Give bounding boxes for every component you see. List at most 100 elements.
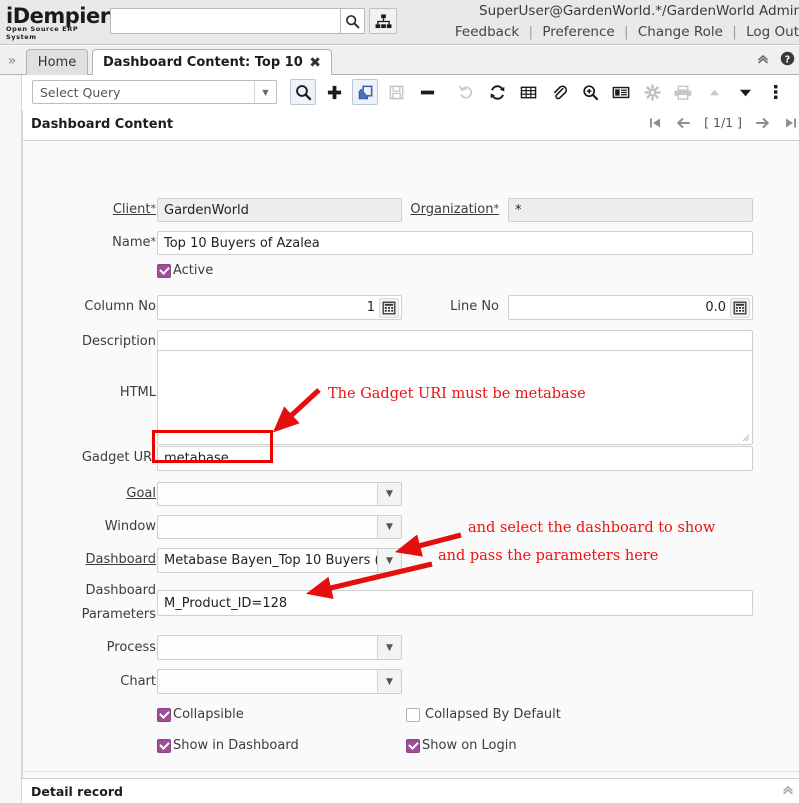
- name-label: Name*: [112, 235, 156, 250]
- chevron-down-icon[interactable]: ▼: [254, 81, 276, 103]
- html-textarea[interactable]: [157, 350, 753, 445]
- tab-home[interactable]: Home: [26, 49, 88, 75]
- header-links: Feedback | Preference | Change Role | Lo…: [439, 24, 799, 40]
- select-query-label: Select Query: [40, 84, 121, 100]
- search-icon: [346, 14, 360, 28]
- tab-dashboard-content[interactable]: Dashboard Content: Top 10 B... ✖: [92, 49, 332, 75]
- chevron-down-icon[interactable]: ▼: [377, 670, 401, 693]
- column-no-label: Column No: [84, 299, 156, 314]
- organization-label: Organization*: [410, 202, 499, 217]
- refresh-button[interactable]: [484, 79, 510, 105]
- form-area: Client* GardenWorld Organization* * Name…: [24, 142, 799, 772]
- dashboard-parameters-field[interactable]: M_Product_ID=128: [157, 590, 753, 616]
- process-label: Process: [106, 640, 156, 655]
- detail-record-button[interactable]: [732, 79, 758, 105]
- dashboard-parameters-label-line1: Dashboard: [85, 583, 156, 598]
- show-on-login-label: Show on Login: [422, 738, 517, 753]
- collapsed-by-default-label: Collapsed By Default: [425, 707, 561, 722]
- zoom-in-icon: [582, 84, 598, 100]
- copy-record-button[interactable]: [352, 79, 378, 105]
- global-search-button[interactable]: [340, 8, 365, 34]
- record-info-button[interactable]: [608, 79, 634, 105]
- feedback-link[interactable]: Feedback: [455, 24, 519, 40]
- global-search: [110, 8, 365, 34]
- dashboard-combo[interactable]: Metabase Bayen_Top 10 Buyers ( ▼: [157, 548, 402, 573]
- chevron-double-up-icon[interactable]: [781, 783, 795, 801]
- show-on-login-checkbox[interactable]: Show on Login: [406, 738, 517, 753]
- preference-button[interactable]: [639, 79, 665, 105]
- logo-text: iDempiere: [6, 4, 124, 28]
- first-page-icon[interactable]: [648, 116, 662, 130]
- more-menu-button[interactable]: [763, 79, 789, 105]
- left-rail: [0, 75, 22, 803]
- print-button[interactable]: [670, 79, 696, 105]
- window-combo[interactable]: ▼: [157, 515, 402, 539]
- active-checkbox[interactable]: Active: [157, 263, 213, 278]
- chart-combo[interactable]: ▼: [157, 669, 402, 694]
- record-pager: [ 1/1 ]: [648, 115, 799, 130]
- line-no-value: 0.0: [705, 300, 726, 315]
- checkbox-box: [157, 738, 171, 753]
- previous-page-icon[interactable]: [675, 116, 691, 130]
- panel-header: Dashboard Content [ 1/1 ]: [23, 110, 799, 141]
- resize-grip-icon[interactable]: [740, 432, 751, 443]
- select-query-dropdown[interactable]: Select Query ▼: [32, 80, 277, 104]
- link-separator-1: |: [528, 24, 534, 40]
- name-field[interactable]: Top 10 Buyers of Azalea: [157, 231, 753, 255]
- line-no-field[interactable]: 0.0: [508, 295, 753, 320]
- detail-record-label: Detail record: [31, 783, 123, 799]
- new-record-button[interactable]: [321, 79, 347, 105]
- collapsed-by-default-checkbox[interactable]: Collapsed By Default: [406, 707, 561, 722]
- idempiere-logo: iDempiere Open Source ERP System: [6, 2, 124, 41]
- link-separator-2: |: [624, 24, 629, 40]
- copy-icon: [358, 85, 372, 99]
- find-button[interactable]: [290, 79, 316, 105]
- gadget-uri-field[interactable]: metabase: [157, 446, 753, 471]
- collapsible-checkbox[interactable]: Collapsible: [157, 707, 244, 722]
- preference-link[interactable]: Preference: [542, 24, 614, 40]
- save-button[interactable]: [383, 79, 409, 105]
- menu-tree-button[interactable]: [369, 8, 397, 34]
- zoom-across-button[interactable]: [577, 79, 603, 105]
- logout-link[interactable]: Log Out: [746, 24, 799, 40]
- undo-button[interactable]: [453, 79, 479, 105]
- html-label: HTML: [119, 385, 156, 400]
- chevron-down-icon[interactable]: ▼: [377, 549, 401, 572]
- delete-button[interactable]: [414, 79, 440, 105]
- detail-record-bar[interactable]: Detail record: [22, 778, 799, 803]
- collapsible-label: Collapsible: [173, 707, 244, 722]
- organization-field[interactable]: *: [508, 198, 753, 222]
- chevron-down-icon[interactable]: ▼: [377, 516, 401, 538]
- plus-icon: [327, 85, 341, 99]
- change-role-link[interactable]: Change Role: [638, 24, 723, 40]
- checkbox-box: [157, 707, 171, 722]
- last-page-icon[interactable]: [784, 116, 798, 130]
- printer-icon: [674, 85, 692, 100]
- next-page-icon[interactable]: [755, 116, 771, 130]
- refresh-icon: [490, 84, 504, 100]
- parent-record-button[interactable]: [701, 79, 727, 105]
- gadget-uri-label: Gadget URI: [81, 450, 156, 465]
- record-info-icon: [612, 86, 630, 98]
- sidebar-expand-icon[interactable]: »: [3, 51, 21, 71]
- checkbox-box: [406, 738, 420, 753]
- link-separator-3: |: [732, 24, 737, 40]
- goal-combo[interactable]: ▼: [157, 482, 402, 506]
- undo-icon: [458, 85, 472, 99]
- chevron-double-up-icon[interactable]: [756, 52, 770, 66]
- page-title: Dashboard Content: [31, 117, 174, 132]
- process-combo[interactable]: ▼: [157, 635, 402, 660]
- attachment-button[interactable]: [546, 79, 572, 105]
- calculator-icon[interactable]: [730, 297, 750, 318]
- kebab-menu-icon: [774, 85, 778, 99]
- show-in-dashboard-checkbox[interactable]: Show in Dashboard: [157, 738, 299, 753]
- chevron-down-icon[interactable]: ▼: [377, 636, 401, 659]
- chevron-down-icon[interactable]: ▼: [377, 483, 401, 505]
- global-search-input[interactable]: [110, 8, 340, 34]
- close-icon[interactable]: ✖: [309, 56, 321, 70]
- dashboard-value: Metabase Bayen_Top 10 Buyers (: [164, 553, 377, 568]
- dashboard-parameters-label-line2: Parameters: [81, 607, 156, 622]
- help-icon[interactable]: ?: [780, 51, 795, 66]
- grid-toggle-button[interactable]: [515, 79, 541, 105]
- dashboard-content-panel: Dashboard Content [ 1/1 ] Client* Garden…: [22, 110, 799, 803]
